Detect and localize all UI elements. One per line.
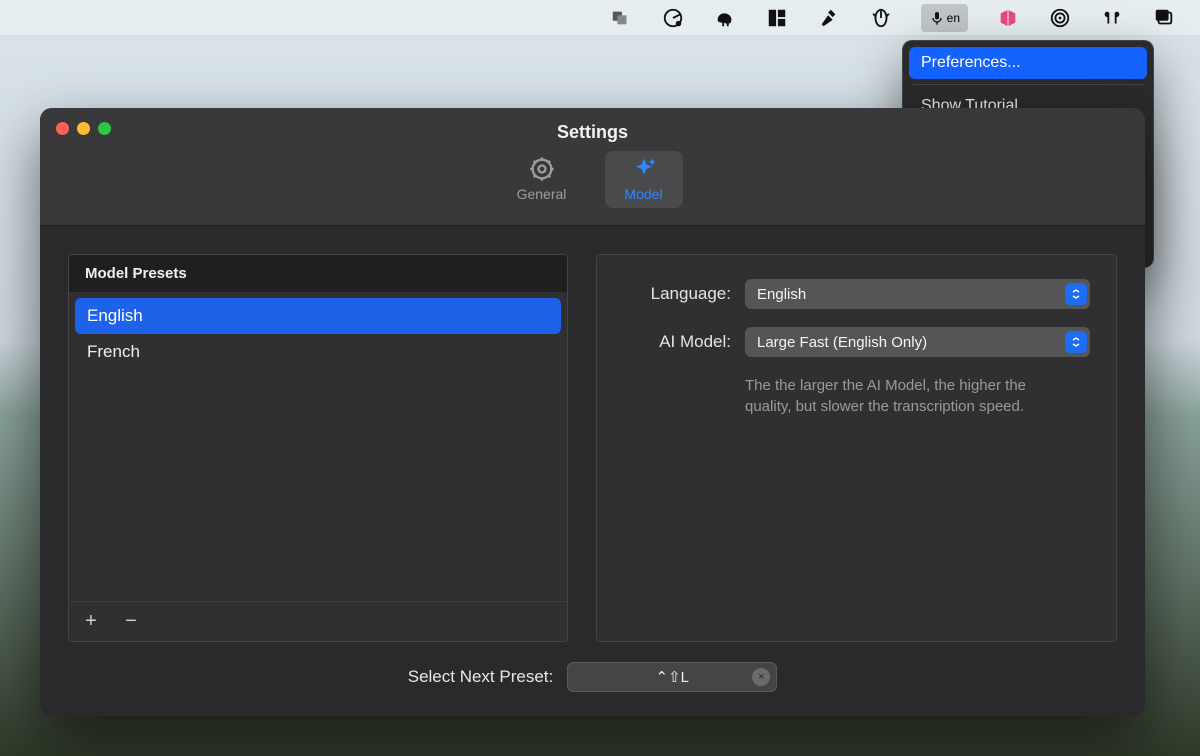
presets-footer: + − — [69, 601, 567, 641]
mic-lang-label: en — [947, 11, 960, 25]
airpods-icon[interactable] — [1100, 6, 1124, 30]
chevron-updown-icon — [1065, 283, 1087, 305]
tab-model[interactable]: Model — [605, 151, 683, 208]
preset-row-french[interactable]: French — [75, 334, 561, 370]
ai-model-select[interactable]: Large Fast (English Only) — [745, 327, 1090, 357]
add-preset-button[interactable]: + — [81, 610, 101, 633]
menu-item-preferences[interactable]: Preferences... — [909, 47, 1147, 79]
traffic-lights — [56, 122, 111, 135]
presets-header: Model Presets — [69, 255, 567, 292]
minimize-button[interactable] — [77, 122, 90, 135]
toolbar: General Model — [40, 151, 1145, 208]
tab-general-label: General — [517, 186, 567, 202]
language-row: Language: English — [623, 279, 1090, 309]
gear-icon — [528, 155, 556, 183]
stacks-icon[interactable] — [609, 6, 633, 30]
menu-bar: en — [0, 0, 1200, 36]
menu-separator — [913, 84, 1143, 85]
close-button[interactable] — [56, 122, 69, 135]
hammer-icon[interactable] — [817, 6, 841, 30]
window-title: Settings — [40, 108, 1145, 143]
layout-icon[interactable] — [765, 6, 789, 30]
ai-model-value: Large Fast (English Only) — [757, 334, 927, 351]
settings-window: Settings General — [40, 108, 1145, 716]
clear-shortcut-button[interactable]: × — [752, 668, 770, 686]
tab-model-label: Model — [624, 186, 662, 202]
shortcut-label: Select Next Preset: — [408, 667, 554, 687]
remove-preset-button[interactable]: − — [121, 610, 141, 633]
shortcut-recorder[interactable]: ⌃⇧L × — [567, 662, 777, 692]
zoom-button[interactable] — [98, 122, 111, 135]
ai-model-row: AI Model: Large Fast (English Only) — [623, 327, 1090, 357]
elephant-icon[interactable] — [713, 6, 737, 30]
sparkle-icon — [630, 155, 658, 183]
content-area: Model Presets English French + − Languag… — [40, 226, 1145, 652]
chevron-updown-icon — [1065, 331, 1087, 353]
titlebar: Settings General — [40, 108, 1145, 226]
airplay-icon[interactable] — [1048, 6, 1072, 30]
tab-general[interactable]: General — [503, 151, 581, 208]
presets-pane: Model Presets English French + − — [68, 254, 568, 642]
presets-list: English French — [69, 292, 567, 601]
language-label: Language: — [623, 284, 731, 304]
mic-en-icon[interactable]: en — [921, 4, 968, 32]
preset-row-english[interactable]: English — [75, 298, 561, 334]
shortcut-value: ⌃⇧L — [656, 668, 689, 686]
cube-icon[interactable] — [996, 6, 1020, 30]
language-select[interactable]: English — [745, 279, 1090, 309]
ai-model-label: AI Model: — [623, 332, 731, 352]
detail-pane: Language: English AI Model: Large Fast (… — [596, 254, 1117, 642]
window-switcher-icon[interactable] — [1152, 6, 1176, 30]
language-value: English — [757, 286, 806, 303]
ai-model-help-text: The the larger the AI Model, the higher … — [745, 375, 1075, 417]
radar-icon[interactable] — [661, 6, 685, 30]
shortcut-row: Select Next Preset: ⌃⇧L × — [40, 652, 1145, 716]
mouse-icon[interactable] — [869, 6, 893, 30]
